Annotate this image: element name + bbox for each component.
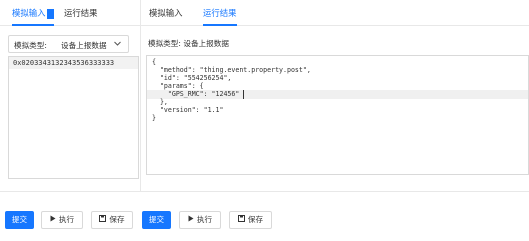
chevron-down-icon xyxy=(113,39,122,50)
left-panel: 模拟输入 运行结果 模拟类型: 设备上报数据 0x020334313234353… xyxy=(0,0,141,191)
code-line: "version": "1.1" xyxy=(152,106,224,114)
tab-label: 模拟输入 xyxy=(149,8,183,18)
tab-label: 模拟输入 xyxy=(12,8,46,18)
save-icon xyxy=(99,212,107,228)
submit-button-right[interactable]: 提交 xyxy=(142,211,171,229)
run-button-left[interactable]: 执行 xyxy=(41,211,83,229)
code-line: } xyxy=(152,114,156,122)
run-button-label: 执行 xyxy=(58,215,75,224)
save-button-left[interactable]: 保存 xyxy=(91,211,133,229)
play-icon xyxy=(50,212,56,228)
tab-label: 运行结果 xyxy=(64,8,98,18)
simulation-type-select[interactable]: 模拟类型: 设备上报数据 xyxy=(8,35,129,53)
save-button-label: 保存 xyxy=(247,215,264,224)
divider xyxy=(0,191,529,192)
submit-button-left[interactable]: 提交 xyxy=(5,211,34,229)
hex-payload-text: 0x0203343132343536333333 xyxy=(13,59,115,67)
submit-button-label: 提交 xyxy=(11,215,28,224)
right-tab-bar: 模拟输入 运行结果 xyxy=(141,0,529,26)
text-cursor xyxy=(243,90,244,99)
submit-button-label: 提交 xyxy=(148,215,165,224)
play-icon xyxy=(188,212,194,228)
simulation-type-label: 模拟类型: xyxy=(14,41,47,50)
tab-simulated-input-left[interactable]: 模拟输入 xyxy=(12,6,54,26)
run-button-label: 执行 xyxy=(196,215,213,224)
simulation-type-value: 设备上报数据 xyxy=(61,41,107,50)
save-button-right[interactable]: 保存 xyxy=(229,211,272,229)
tab-simulated-input-right[interactable]: 模拟输入 xyxy=(149,6,183,26)
tab-run-result-left[interactable]: 运行结果 xyxy=(64,6,98,26)
left-tab-bar: 模拟输入 运行结果 xyxy=(0,0,140,26)
right-panel: 模拟输入 运行结果 模拟类型: 设备上报数据 { "method": "thin… xyxy=(141,0,529,191)
tab-label: 运行结果 xyxy=(203,8,237,18)
json-result-editor[interactable]: { "method": "thing.event.property.post",… xyxy=(146,55,529,175)
save-icon xyxy=(237,212,245,228)
hex-payload-editor[interactable]: 0x0203343132343536333333 xyxy=(8,56,139,179)
run-button-right[interactable]: 执行 xyxy=(179,211,221,229)
device-simulator: 模拟输入 运行结果 模拟类型: 设备上报数据 0x020334313234353… xyxy=(0,0,529,241)
simulation-type-text: 模拟类型: 设备上报数据 xyxy=(148,39,229,48)
text-selection-marker xyxy=(46,8,54,19)
save-button-label: 保存 xyxy=(109,215,125,224)
tab-run-result-right[interactable]: 运行结果 xyxy=(203,6,237,26)
